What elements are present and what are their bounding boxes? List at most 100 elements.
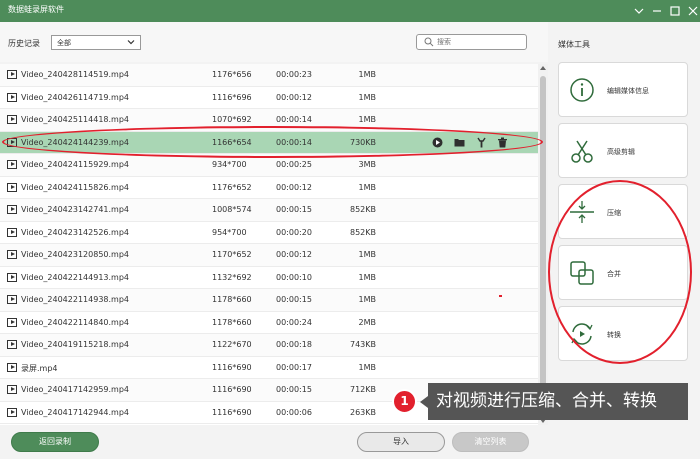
file-size: 2MB [358,317,376,327]
file-name: Video_240423142741.mp4 [21,205,129,214]
video-file-icon [7,160,17,169]
compress-tool[interactable]: 压缩 [558,184,688,239]
file-resolution: 1176*656 [212,70,252,79]
file-row[interactable]: Video_240424115826.mp4 1176*652 00:00:12 1M… [0,177,538,199]
file-name: Video_240425114418.mp4 [21,115,129,124]
file-duration: 00:00:14 [276,115,312,124]
list-scrollbar[interactable] [538,64,548,425]
file-row[interactable]: Video_240423142741.mp4 1008*574 00:00:15 85… [0,199,538,222]
file-duration: 00:00:14 [276,137,312,147]
edit-tools-icon[interactable] [476,137,487,148]
video-file-icon [7,205,17,214]
file-row[interactable]: Video_240423142526.mp4 954*700 00:00:20 852… [0,222,538,244]
history-filter-select[interactable]: 全部 [51,35,141,50]
clear-list-button[interactable]: 清空列表 [452,432,529,452]
tool-label: 压缩 [607,209,621,217]
play-icon[interactable] [432,137,443,148]
file-resolution: 1170*652 [212,250,252,259]
file-name: 录屏.mp4 [21,363,58,373]
file-duration: 00:00:06 [276,407,312,417]
video-file-icon [7,70,17,79]
tool-label: 转换 [607,331,621,339]
scrollbar-thumb[interactable] [540,76,546,401]
file-resolution: 1132*692 [212,272,252,282]
video-file-icon [7,407,17,417]
file-size: 1MB [358,115,376,124]
convert-tool[interactable]: 转换 [558,306,688,361]
file-row[interactable]: Video_240422114840.mp4 1178*660 00:00:24 2M… [0,312,538,334]
file-row[interactable]: Video_240422114938.mp4 1178*660 00:00:15 1M… [0,289,538,312]
file-duration: 00:00:12 [276,182,312,192]
pin-icon[interactable] [630,2,648,20]
file-row[interactable]: Video_240422144913.mp4 1132*692 00:00:10 1M… [0,267,538,289]
file-size: 730KB [349,137,376,147]
file-resolution: 1008*574 [212,205,252,214]
file-row[interactable]: 录屏.mp4 1116*690 00:00:17 1MB [0,357,538,379]
search-box[interactable] [416,34,527,50]
file-name: Video_240417142944.mp4 [21,407,129,417]
file-row[interactable]: Video_240424144239.mp4 1166*654 00:00:14 73… [0,131,538,154]
history-label: 历史记录 [8,39,40,48]
file-row[interactable]: Video_240426114719.mp4 1116*696 00:00:12 1M… [0,87,538,109]
folder-icon[interactable] [454,137,465,148]
import-button[interactable]: 导入 [357,432,445,452]
media-tools-title: 媒体工具 [558,40,590,49]
file-name: Video_240422144913.mp4 [21,272,129,282]
video-file-icon [7,137,17,147]
file-resolution: 954*700 [212,227,247,237]
trash-icon[interactable] [497,137,508,148]
scroll-up-icon[interactable] [540,66,546,70]
file-name: Video_240424144239.mp4 [21,137,129,147]
file-resolution: 1176*652 [212,182,252,192]
search-input[interactable] [437,36,523,48]
compress-icon [570,201,594,223]
merge-tool[interactable]: 合并 [558,245,688,300]
file-row[interactable]: Video_240423120850.mp4 1170*652 00:00:12 1M… [0,244,538,267]
file-duration: 00:00:15 [276,385,312,394]
file-row[interactable]: Video_240419115218.mp4 1122*670 00:00:18 74… [0,334,538,357]
file-size: 712KB [349,385,376,394]
video-file-icon [7,227,17,237]
file-size: 1MB [358,182,376,192]
filter-bar: 历史记录 全部 [0,22,548,62]
file-resolution: 1166*654 [212,137,252,147]
file-size: 1MB [358,70,376,79]
file-list: Video_240428114519.mp4 1176*656 00:00:23 1M… [0,64,538,425]
video-file-icon [7,317,17,327]
advanced-clip-tool[interactable]: 高级剪辑 [558,123,688,178]
tool-label: 编辑媒体信息 [607,87,649,95]
annotation-callout: 1 对视频进行压缩、合并、转换 [392,383,688,420]
scissors-icon [571,140,593,163]
edit-media-info-tool[interactable]: 编辑媒体信息 [558,62,688,117]
file-name: Video_240423120850.mp4 [21,250,129,259]
file-size: 1MB [358,92,376,102]
file-size: 1MB [358,272,376,282]
close-icon[interactable] [684,2,700,20]
minimize-icon[interactable] [648,2,666,20]
file-duration: 00:00:12 [276,250,312,259]
file-row[interactable]: Video_240428114519.mp4 1176*656 00:00:23 1M… [0,64,538,87]
file-name: Video_240419115218.mp4 [21,340,129,349]
video-file-icon [7,272,17,282]
file-resolution: 1116*690 [212,407,252,417]
file-duration: 00:00:12 [276,92,312,102]
file-row[interactable]: Video_240424115929.mp4 934*700 00:00:25 3MB [0,154,538,177]
video-file-icon [7,250,17,259]
file-name: Video_240424115929.mp4 [21,160,129,169]
file-duration: 00:00:18 [276,340,312,349]
file-size: 852KB [349,205,376,214]
info-icon [570,78,594,102]
file-size: 3MB [358,160,376,169]
tool-label: 高级剪辑 [607,148,635,156]
file-duration: 00:00:15 [276,295,312,304]
file-size: 263KB [349,407,376,417]
file-resolution: 1178*660 [212,295,252,304]
back-to-record-button[interactable]: 返回录制 [11,432,99,452]
video-file-icon [7,115,17,124]
maximize-icon[interactable] [666,2,684,20]
video-file-icon [7,182,17,192]
video-file-icon [7,340,17,349]
video-file-icon [7,385,17,394]
merge-icon [570,261,594,285]
file-row[interactable]: Video_240425114418.mp4 1070*692 00:00:14 1M… [0,109,538,132]
